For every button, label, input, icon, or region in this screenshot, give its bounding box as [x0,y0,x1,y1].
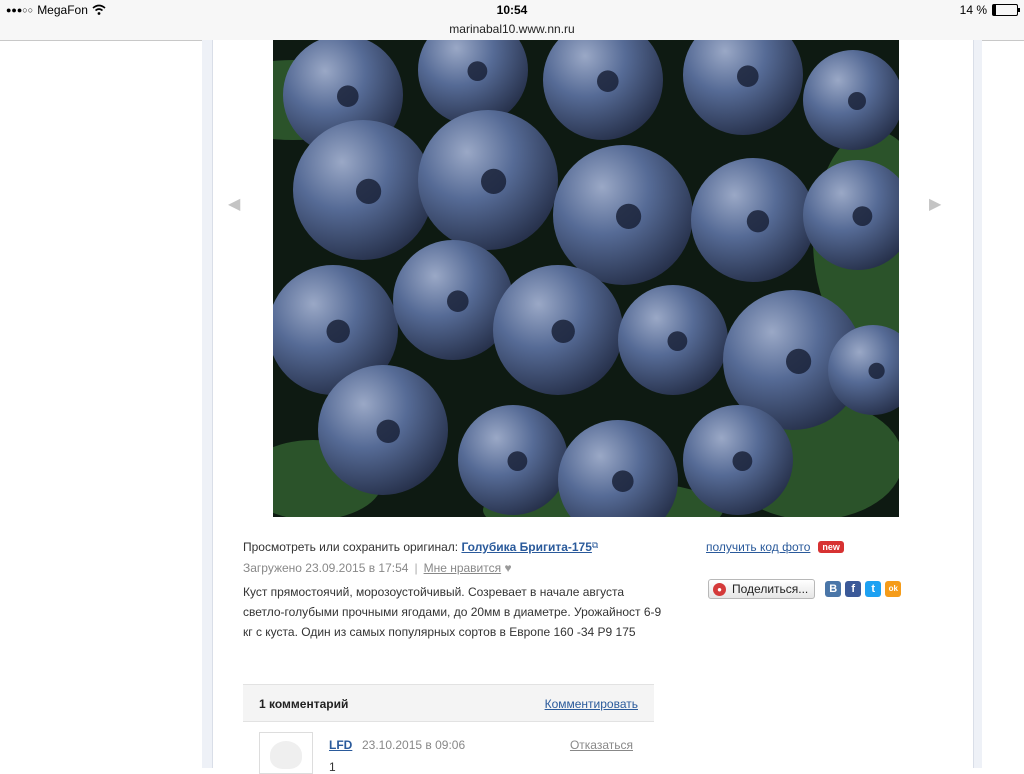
comment-author[interactable]: LFD [329,738,352,752]
berry-crown-shape [612,470,634,493]
berry-crown-shape [551,319,575,343]
photo-info: Просмотреть или сохранить оригинал: Голу… [243,540,663,642]
vk-icon[interactable]: B [825,581,842,597]
separator: | [414,561,418,575]
clock: 10:54 [496,3,528,17]
comment-date: 23.10.2015 в 09:06 [362,738,466,752]
address-bar[interactable]: marinabal10.www.nn.ru [0,22,1024,41]
view-original-label: Просмотреть или сохранить оригинал: [243,540,459,554]
get-photo-code-link[interactable]: получить код фото [706,540,810,554]
blueberry-photo[interactable] [273,40,899,517]
avatar-placeholder-icon [270,741,302,769]
share-label: Поделиться... [732,582,809,596]
berry-crown-shape [852,206,873,227]
battery-percent: 14 % [959,3,987,17]
prev-photo-arrow-icon[interactable]: ◀ [228,194,240,214]
upload-line: Загружено 23.09.2015 в 17:54 | Мне нравитс… [243,561,663,577]
facebook-icon[interactable]: f [845,581,862,597]
berry-crown-shape [848,92,866,110]
ios-status-bar: ●●●○○ MegaFon 10:54 14 % [0,0,1024,22]
comment-text: 1 [329,760,336,774]
berry-crown-shape [616,203,642,229]
battery-icon [992,4,1020,16]
add-comment-link[interactable]: Комментировать [545,697,638,711]
unsubscribe-link[interactable]: Отказаться [570,738,633,752]
berry-crown-shape [356,178,382,204]
battery-fill [993,5,997,15]
next-photo-arrow-icon[interactable]: ▶ [929,194,941,214]
upload-date: Загружено 23.09.2015 в 17:54 [243,561,409,575]
url-text: marinabal10.www.nn.ru [449,22,575,36]
berry-crown-shape [376,419,400,443]
status-right: 14 % [959,3,1020,17]
external-link-icon: ⧉ [591,540,599,550]
berry-crown-shape [447,290,469,312]
new-badge: new [818,541,844,553]
berry-crown-shape [507,451,528,471]
berry-crown-shape [667,331,688,351]
odnoklassniki-icon[interactable]: ok [885,581,902,597]
berry-crown-shape [326,319,350,343]
berry-crown-shape [732,451,753,471]
share-row: ● Поделиться... B f t ok [708,579,902,599]
berry-crown-shape [467,61,488,81]
photo-description: Куст прямостоячий, морозоустойчивый. Соз… [243,585,662,639]
photo-image [273,40,899,517]
comments-header: 1 комментарий Комментировать [243,684,654,722]
berry-crown-shape [868,362,885,379]
heart-icon[interactable]: ♥ [504,561,511,575]
original-line: Просмотреть или сохранить оригинал: Голу… [243,540,663,558]
comment-item: LFD 23.10.2015 в 09:06 Отказаться 1 [243,724,654,774]
berry-crown-shape [481,168,507,194]
berry-crown-shape [746,210,770,233]
like-link[interactable]: Мне нравится [424,561,502,575]
share-button[interactable]: ● Поделиться... [708,579,816,599]
comments-count: 1 комментарий [259,697,349,711]
berry-crown-shape [597,70,619,92]
photo-tools: получить код фото new [706,540,844,554]
original-photo-link[interactable]: Голубика Бригита-175 [461,540,591,554]
twitter-icon[interactable]: t [865,581,882,597]
berry-crown-shape [737,65,759,87]
share-icon: ● [713,582,726,596]
berry-crown-shape [786,348,812,374]
berry-crown-shape [337,85,359,107]
